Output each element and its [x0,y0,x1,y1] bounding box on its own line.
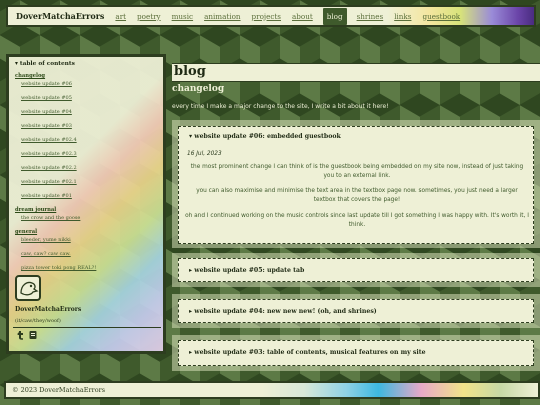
toc-item[interactable]: the crow and the goose [21,215,80,221]
entry-summary[interactable]: ▸ website update #05: update tab [189,267,304,274]
blog-entry: ▸ website update #05: update tab [178,258,534,282]
blog-entry: ▸ website update #03: table of contents,… [178,340,534,366]
toc-item[interactable]: caw, caw? caw caw. [21,251,71,257]
bird-avatar-icon [20,281,39,296]
blog-entry: ▸ website update #04: new new new! (oh, … [178,299,534,323]
entry-summary[interactable]: ▾ website update #06: embedded guestbook [189,133,341,140]
toc-item[interactable]: website update #04 [21,109,72,115]
page-title: blog [174,64,206,79]
toc-item[interactable]: bleeder, yume nikki [21,237,71,243]
sidebar: ▾ table of contents changelog website up… [6,54,166,354]
site-brand[interactable]: DoverMatchaErrors [16,11,104,21]
toc-item[interactable]: website update #01 [21,193,72,199]
nav-link-blog[interactable]: blog [322,7,347,25]
toc-item[interactable]: website update #06 [21,81,72,87]
nav-link-music[interactable]: music [171,11,194,22]
footer-copyright: © 2023 DoverMatchaErrors [12,386,106,394]
toc-item[interactable]: website update #02.1 [21,179,77,185]
entry-paragraph: oh and I continued working on the music … [185,213,529,228]
nav-link-poetry[interactable]: poetry [136,11,162,22]
tumblr-icon[interactable] [15,330,25,340]
avatar [15,275,41,301]
entry-summary[interactable]: ▸ website update #03: table of contents,… [189,349,426,356]
nav-link-guestbook[interactable]: guestbook [421,11,461,22]
entry-paragraph: you can also maximise and minimise the t… [196,188,518,203]
nav-link-about[interactable]: about [291,11,314,22]
section-intro: every time I make a major change to the … [172,103,389,110]
page-title-bar [172,63,540,82]
nav-link-links[interactable]: links [393,11,412,22]
blog-entry: ▾ website update #06: embedded guestbook… [178,126,534,244]
toc-item[interactable]: website update #03 [21,123,72,129]
toc-item[interactable]: pizza tower toki pong REAL?! [21,265,96,271]
document-icon[interactable] [28,330,38,340]
toc-item[interactable]: website update #02.4 [21,137,77,143]
top-navigation: DoverMatchaErrors art poetry music anima… [6,5,536,27]
profile-pronouns: (it/caw/they/woof) [15,318,61,324]
toc-title[interactable]: ▾ table of contents [15,61,163,67]
entry-summary[interactable]: ▸ website update #04: new new new! (oh, … [189,308,377,315]
nav-link-shrines[interactable]: shrines [356,11,385,22]
toc-item[interactable]: website update #02.3 [21,151,77,157]
nav-link-art[interactable]: art [114,11,127,22]
toc-item[interactable]: website update #05 [21,95,72,101]
toc-group-dream-journal[interactable]: dream journal [15,207,56,213]
nav-link-projects[interactable]: projects [251,11,282,22]
profile-name: DoverMatchaErrors [15,306,82,313]
toc-item[interactable]: website update #02.2 [21,165,77,171]
entry-date: 16 Jul, 2023 [187,151,222,157]
entry-paragraph: the most prominent change I can think of… [190,164,524,179]
toc-group-changelog[interactable]: changelog [15,73,45,79]
footer: © 2023 DoverMatchaErrors [4,381,540,399]
section-title: changelog [172,84,225,94]
toc-group-general[interactable]: general [15,229,37,235]
nav-link-animation[interactable]: animation [203,11,241,22]
